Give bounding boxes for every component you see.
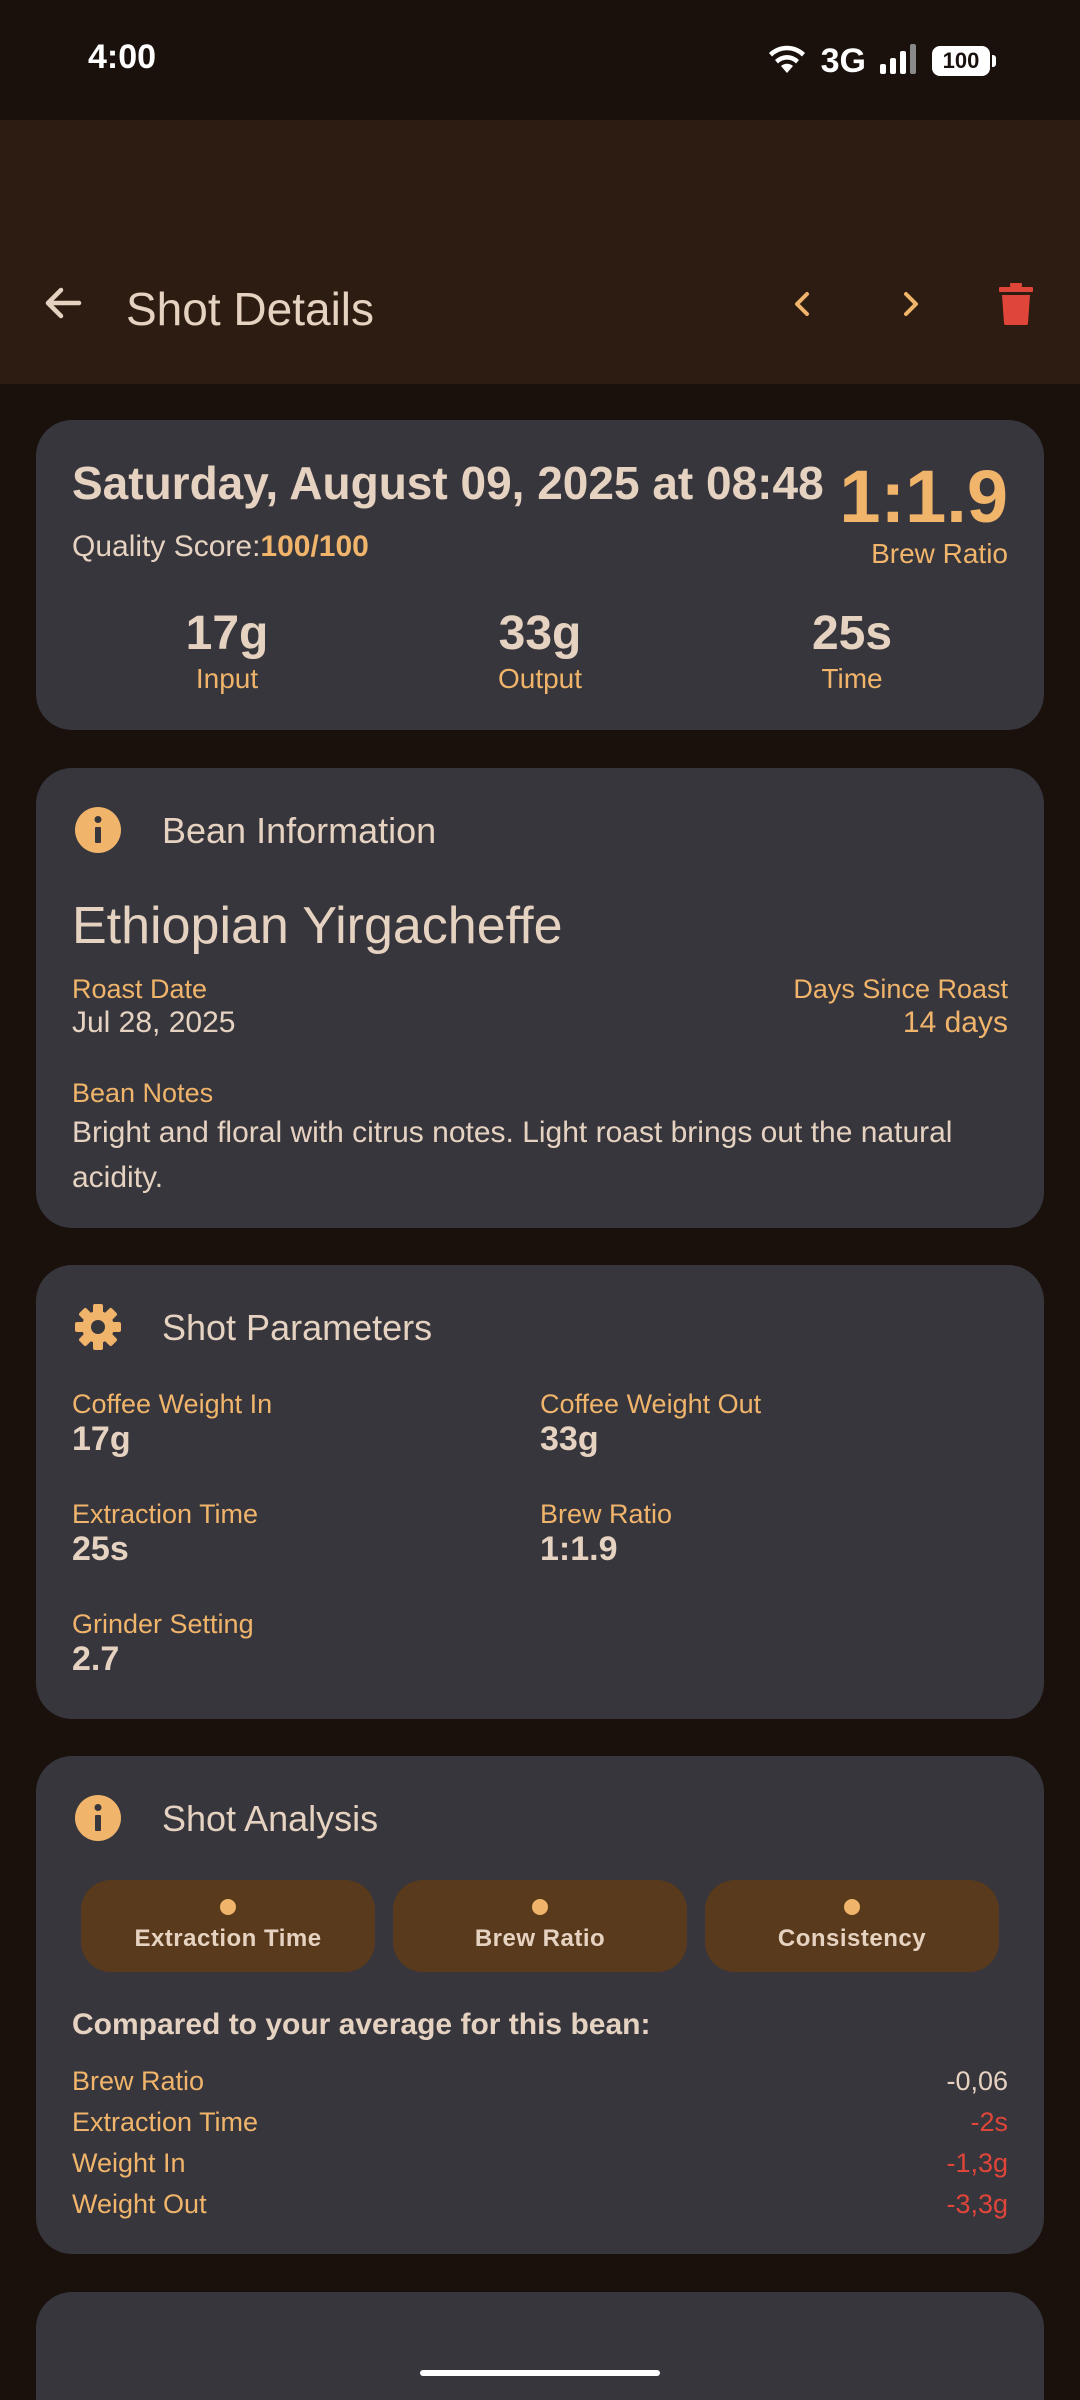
compare-row-brew-ratio: Brew Ratio -0,06 [72,2061,1008,2101]
compare-row-extraction-time: Extraction Time -2s [72,2102,1008,2142]
chevron-right-icon [904,292,918,316]
param-grinder-setting: Grinder Setting 2.7 [72,1609,254,1679]
bean-notes-label: Bean Notes [72,1078,214,1108]
stat-label: Output [497,663,583,694]
compare-row-weight-out: Weight Out -3,3g [72,2184,1008,2224]
delete-button[interactable] [988,276,1044,332]
compare-value: -1,3g [946,2147,1008,2178]
analysis-chip-brew-ratio[interactable]: Brew Ratio [393,1880,687,1972]
compare-value: -0,06 [946,2065,1008,2096]
shot-date: Saturday, August 09, 2025 at 08:48 [72,457,824,509]
shot-analysis-card: Shot Analysis Extraction Time Brew Ratio… [36,1756,1044,2254]
param-extraction-time: Extraction Time 25s [72,1499,258,1569]
bean-notes: Bright and floral with citrus notes. Lig… [72,1116,953,1194]
stat-time: 25s Time [742,606,962,696]
chip-label: Extraction Time [134,1925,322,1952]
previous-shot-button[interactable] [775,276,831,332]
analysis-chip-consistency[interactable]: Consistency [705,1880,999,1972]
stat-output: 33g Output [430,606,650,696]
next-card [36,2292,1044,2400]
gear-icon [72,1301,124,1353]
param-weight-out: Coffee Weight Out 33g [540,1389,761,1459]
section-title: Bean Information [162,810,437,851]
compare-row-weight-in: Weight In -1,3g [72,2143,1008,2183]
info-icon [72,1792,124,1844]
param-value: 33g [540,1420,599,1458]
compare-label: Extraction Time [72,2106,259,2137]
app-bar [0,120,1080,384]
chip-label: Consistency [777,1925,927,1952]
home-indicator[interactable] [420,2370,660,2376]
compare-label: Weight Out [72,2188,207,2219]
compare-label: Weight In [72,2147,186,2178]
status-dot [532,1899,548,1915]
bean-name: Ethiopian Yirgacheffe [72,897,563,955]
quality-score: Quality Score:100/100 [72,530,369,564]
chevron-left-icon [795,292,809,316]
chip-label: Brew Ratio [474,1925,606,1952]
status-time: 4:00 [88,38,157,76]
roast-date-label: Roast Date [72,974,208,1004]
param-label: Brew Ratio [540,1499,673,1529]
param-value: 17g [72,1420,131,1458]
compare-label: Brew Ratio [72,2065,205,2096]
battery-icon: 100 [932,46,996,76]
info-icon [72,804,124,856]
bean-information-card: Bean Information Ethiopian Yirgacheffe R… [36,768,1044,1228]
stat-label: Time [821,663,883,694]
param-value: 1:1.9 [540,1530,618,1568]
param-weight-in: Coffee Weight In 17g [72,1389,272,1459]
status-icons: 3G 100 [767,38,996,84]
shot-parameters-card: Shot Parameters Coffee Weight In 17g Cof… [36,1265,1044,1719]
compare-value: -3,3g [946,2188,1008,2219]
network-type: 3G [820,41,866,80]
param-label: Extraction Time [72,1499,259,1529]
brew-ratio-value: 1:1.9 [839,455,1008,538]
stat-value: 25s [811,607,893,660]
compare-value: -2s [970,2106,1008,2137]
status-dot [844,1899,860,1915]
param-value: 25s [72,1530,129,1568]
roast-date-value: Jul 28, 2025 [72,1006,236,1039]
quality-score-value: 100/100 [260,530,369,563]
days-since-roast-label: Days Since Roast [793,974,1008,1004]
stat-input: 17g Input [117,606,337,696]
page-title: Shot Details [126,283,375,335]
stat-label: Input [195,663,259,694]
status-bar: 4:00 3G 100 [0,0,1080,120]
param-label: Coffee Weight In [72,1389,273,1419]
trash-icon [999,283,1033,325]
stat-value: 17g [185,607,269,660]
brew-ratio-caption: Brew Ratio [871,538,1008,569]
shot-summary-card: Saturday, August 09, 2025 at 08:48 Quali… [36,420,1044,730]
arrow-left-icon [45,287,82,319]
param-label: Coffee Weight Out [540,1389,762,1419]
section-title: Shot Parameters [162,1307,433,1348]
param-label: Grinder Setting [72,1609,254,1639]
status-dot [220,1899,236,1915]
param-brew-ratio: Brew Ratio 1:1.9 [540,1499,672,1569]
param-value: 2.7 [72,1640,120,1678]
analysis-chip-extraction-time[interactable]: Extraction Time [81,1880,375,1972]
wifi-icon [767,43,807,80]
back-button[interactable] [30,270,96,336]
quality-score-label: Quality Score: [72,530,261,563]
days-since-roast-value: 14 days [902,1006,1008,1039]
stat-value: 33g [498,607,582,660]
section-title: Shot Analysis [162,1798,379,1839]
signal-icon [880,43,918,79]
compare-heading: Compared to your average for this bean: [72,2008,651,2041]
next-shot-button[interactable] [882,276,938,332]
